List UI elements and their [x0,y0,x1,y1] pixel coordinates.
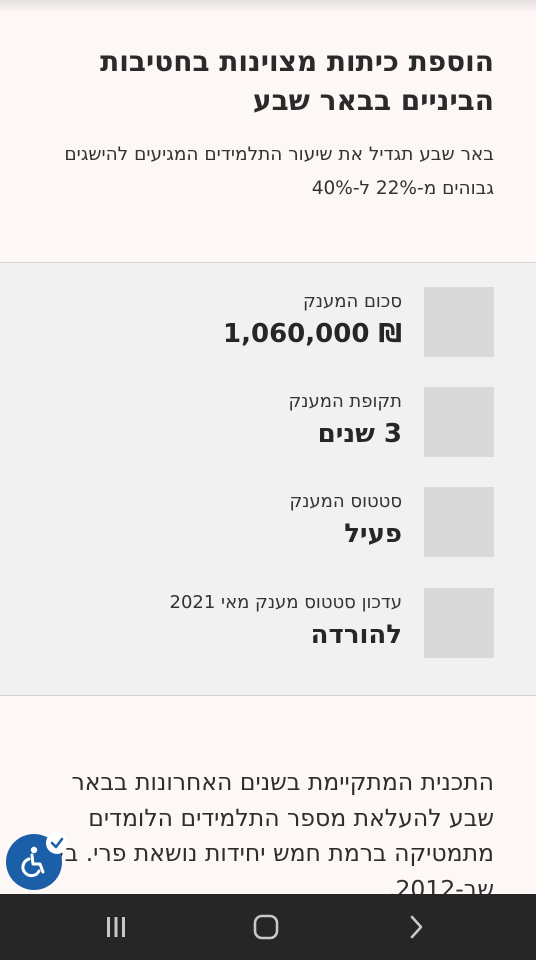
grant-update-icon [424,588,494,658]
page-title: הוספת כיתות מצוינות בחטיבות הביניים בבאר… [100,45,494,117]
grant-amount-value: ₪ 1,060,000 [223,319,402,349]
accessibility-button[interactable] [6,832,68,890]
page-subtitle: באר שבע תגדיל את שיעור התלמידים המגיעים … [64,144,494,199]
recents-button[interactable] [96,907,136,947]
grant-period-row: תקופת המענק 3 שנים [44,387,494,457]
wheelchair-icon [21,846,45,878]
grant-period-label: תקופת המענק [288,391,402,412]
back-icon [410,915,423,939]
grant-amount-label: סכום המענק [303,291,402,312]
download-link[interactable]: להורדה [311,620,402,650]
article-body: התכנית המתקיימת בשנים האחרונות בבאר שבע … [30,768,494,894]
grant-update-label: עדכון סטטוס מענק מאי 2021 [169,592,402,613]
grant-update-row: עדכון סטטוס מענק מאי 2021 להורדה [44,588,494,658]
grant-amount-row: סכום המענק ₪ 1,060,000 [44,287,494,357]
grant-status-icon [424,487,494,557]
grant-info-panel: סכום המענק ₪ 1,060,000 תקופת המענק 3 שני… [0,262,536,696]
home-button[interactable] [246,907,286,947]
home-icon [253,914,279,940]
grant-status-row: סטטוס המענק פעיל [44,487,494,557]
back-button[interactable] [396,907,436,947]
system-nav-bar [0,894,536,960]
recents-icon [107,917,125,937]
grant-status-label: סטטוס המענק [289,491,402,512]
grant-period-value: 3 שנים [317,419,402,449]
checkmark-icon [46,832,68,854]
grant-amount-icon [424,287,494,357]
grant-period-icon [424,387,494,457]
article-header: הוספת כיתות מצוינות בחטיבות הביניים בבאר… [0,12,536,262]
grant-status-value: פעיל [344,519,402,549]
status-bar-shadow [0,0,536,12]
